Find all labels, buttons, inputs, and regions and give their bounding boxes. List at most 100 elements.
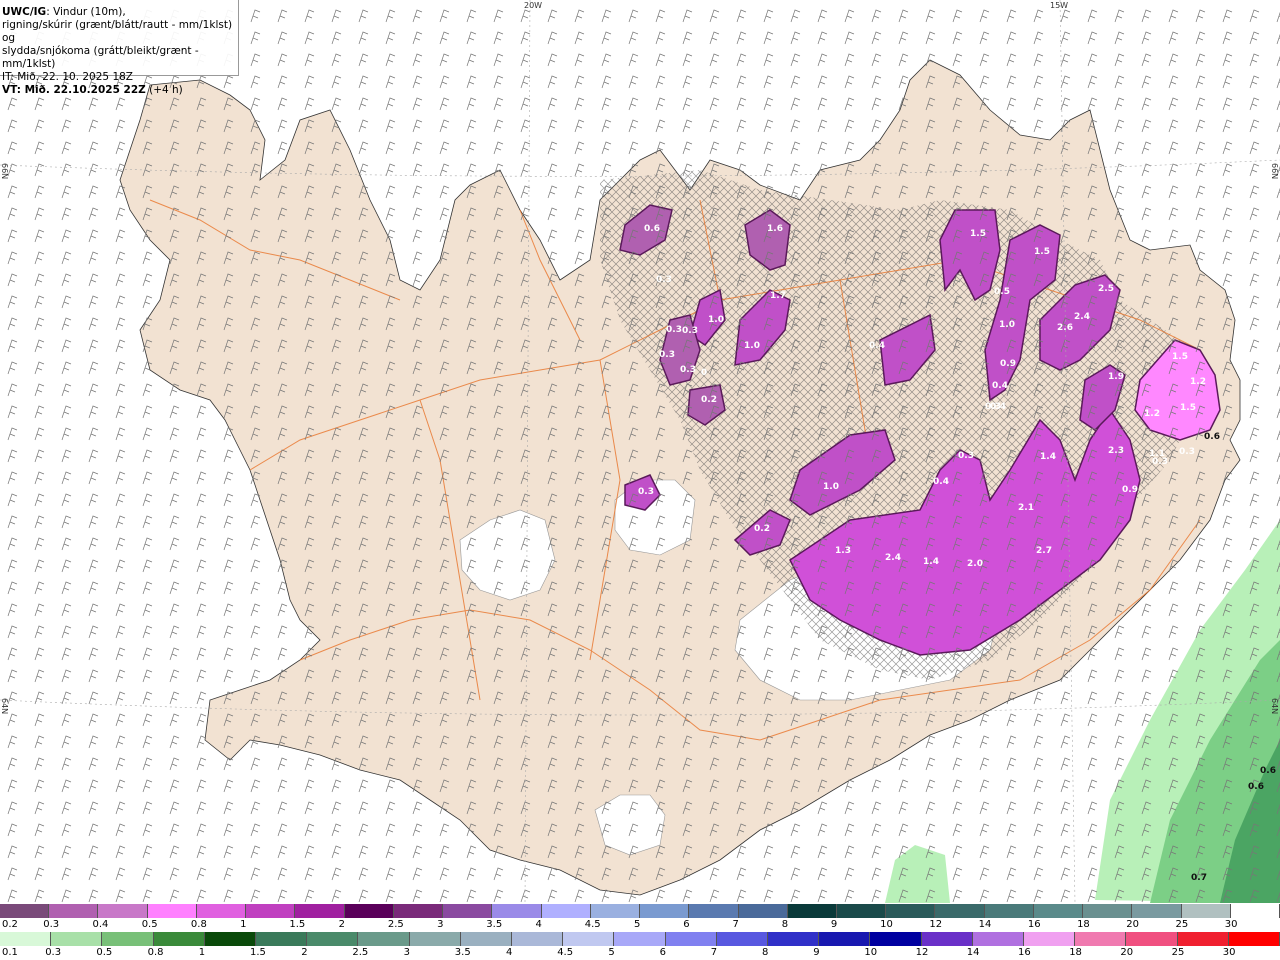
colorbar-swatch [153, 932, 205, 946]
precip-value: 1.5 [970, 229, 986, 239]
colorbar-label: 3.5 [486, 919, 503, 930]
colorbar-label: 0.4 [92, 919, 109, 930]
colorbar-label: 30 [1224, 919, 1238, 930]
colorbar-label: 5 [608, 947, 615, 958]
colorbar-swatch [1228, 932, 1280, 946]
colorbar-label: 1 [240, 919, 247, 930]
colorbar-swatch [295, 904, 345, 918]
precip-value: 1.0 [744, 341, 760, 351]
precip-value: 2.3 [1108, 446, 1124, 456]
colorbar-label: 0.3 [43, 919, 60, 930]
colorbar-swatch [1126, 932, 1178, 946]
colorbar-label: 20 [1120, 947, 1134, 958]
precip-value: 0.3 [666, 325, 682, 335]
colorbar-swatch [307, 932, 359, 946]
colorbar-label: 6 [659, 947, 666, 958]
colorbar-label: 3 [403, 947, 410, 958]
colorbar-swatch [102, 932, 154, 946]
precip-value: 1.0 [708, 315, 724, 325]
colorbar-swatch [1132, 904, 1182, 918]
colorbar-swatch [563, 932, 615, 946]
colorbar-label: 0.3 [45, 947, 62, 958]
colorbar-swatch [738, 904, 788, 918]
colorbar-swatch [196, 904, 247, 918]
colorbar-label: 1.5 [250, 947, 266, 958]
colorbar-label: 0.8 [190, 919, 207, 930]
precip-value: 0.2 [701, 395, 717, 405]
colorbar-label: 1.5 [289, 919, 306, 930]
lon-label-20w: 20W [524, 1, 543, 10]
init-time: IT: Mið. 22. 10. 2025 18Z [2, 71, 133, 83]
lat-label-66n-left: 66N [0, 163, 9, 180]
valid-offset: (+4 h) [145, 84, 183, 96]
colorbar-label: 4.5 [584, 919, 601, 930]
colorbar-label: 4 [535, 919, 542, 930]
precip-value: 0.9 [1000, 359, 1016, 369]
colorbar-swatch [1083, 904, 1133, 918]
precip-value: 0.4 [869, 341, 885, 351]
colorbar-label: 18 [1069, 947, 1082, 958]
precip-value: 0.3 [656, 275, 672, 285]
colorbar-label: 2.5 [387, 919, 404, 930]
colorbar-swatch [1181, 904, 1231, 918]
colorbar-label: 6 [683, 919, 690, 930]
rain-value: 0.6 [1260, 766, 1276, 776]
colorbar-swatch [51, 932, 103, 946]
colorbar-swatch [984, 904, 1034, 918]
colorbar-label: 10 [864, 947, 878, 958]
colorbar-label: 25 [1175, 919, 1189, 930]
colorbar-swatch [344, 904, 394, 918]
colorbar-swatch [972, 932, 1025, 946]
colorbar-label: 8 [781, 919, 789, 930]
precip-value: 1.9 [1108, 372, 1124, 382]
precip-value: 1.2 [1144, 409, 1160, 419]
title-line2: rigning/skúrir (grænt/blátt/rautt - mm/1… [2, 19, 233, 44]
precip-value: 0.9 [1122, 485, 1138, 495]
colorbar-swatch [492, 904, 542, 918]
colorbar-label: 0.2 [2, 919, 18, 930]
colorbar-swatch [689, 904, 739, 918]
colorbar-label: 16 [1018, 947, 1031, 958]
title-line3: slydda/snjókoma (grátt/bleikt/grænt - mm… [2, 45, 199, 70]
map-legend-title: UWC/IG: Vindur (10m), rigning/skúrir (gr… [0, 0, 239, 96]
colorbar-label: 14 [978, 919, 992, 930]
colorbar-label: 5 [634, 919, 641, 930]
colorbar-label: 10 [880, 919, 893, 930]
precip-value: 1.4 [923, 557, 939, 567]
colorbar-swatch [443, 904, 493, 918]
colorbar-label: 9 [813, 947, 820, 958]
precip-value: 2.5 [1098, 284, 1114, 294]
colorbar-swatch [0, 932, 52, 946]
precip-value: 1.1 [1149, 449, 1165, 459]
colorbar-swatch [768, 932, 820, 946]
colorbar-label: 20 [1126, 919, 1140, 930]
rain-colorbar-labels: 0.1 0.3 0.5 0.8 1 1.5 2 2.5 3 3.5 4 4.5 5 6 7 8 9 10 12 14 1… [0, 947, 1280, 959]
colorbar-label: 0.8 [147, 947, 164, 958]
colorbar-label: 2 [301, 947, 308, 958]
colorbar-label: 2 [338, 919, 345, 930]
precip-value: 1.5 [1172, 352, 1188, 362]
colorbar-swatch [614, 932, 666, 946]
colorbar-label: 14 [966, 947, 980, 958]
lat-label-66n-right: 66N [1270, 163, 1279, 180]
snow-colorbar [0, 904, 1280, 918]
precip-value: 0.3 [1179, 447, 1195, 457]
colorbar-swatch [512, 932, 564, 946]
precip-value: 0.6 [1204, 432, 1220, 442]
precip-value: 1.5 [1034, 247, 1050, 257]
colorbar-swatch [590, 904, 641, 918]
colorbar-swatch [819, 932, 871, 946]
colorbar-label: 25 [1171, 947, 1185, 958]
precip-value: 1.5 [1180, 403, 1196, 413]
colorbar-swatch [1075, 932, 1127, 946]
colorbar-label: 30 [1222, 947, 1236, 958]
colorbar-swatch [1230, 904, 1280, 918]
colorbar-label: 3.5 [454, 947, 471, 958]
snow-colorbar-labels: 0.2 0.3 0.4 0.5 0.8 1 1.5 2 2.5 3 3.5 4 4.5 5 6 7 8 9 10 12… [0, 919, 1280, 931]
precip-value: 0.4 [992, 381, 1008, 391]
precip-value: 1.4 [1040, 452, 1056, 462]
colorbar-swatch [460, 932, 513, 946]
precip-value: 0.3 [680, 365, 696, 375]
rain-value: 0.7 [1191, 873, 1207, 883]
precip-value: 2.6 [1057, 323, 1073, 333]
